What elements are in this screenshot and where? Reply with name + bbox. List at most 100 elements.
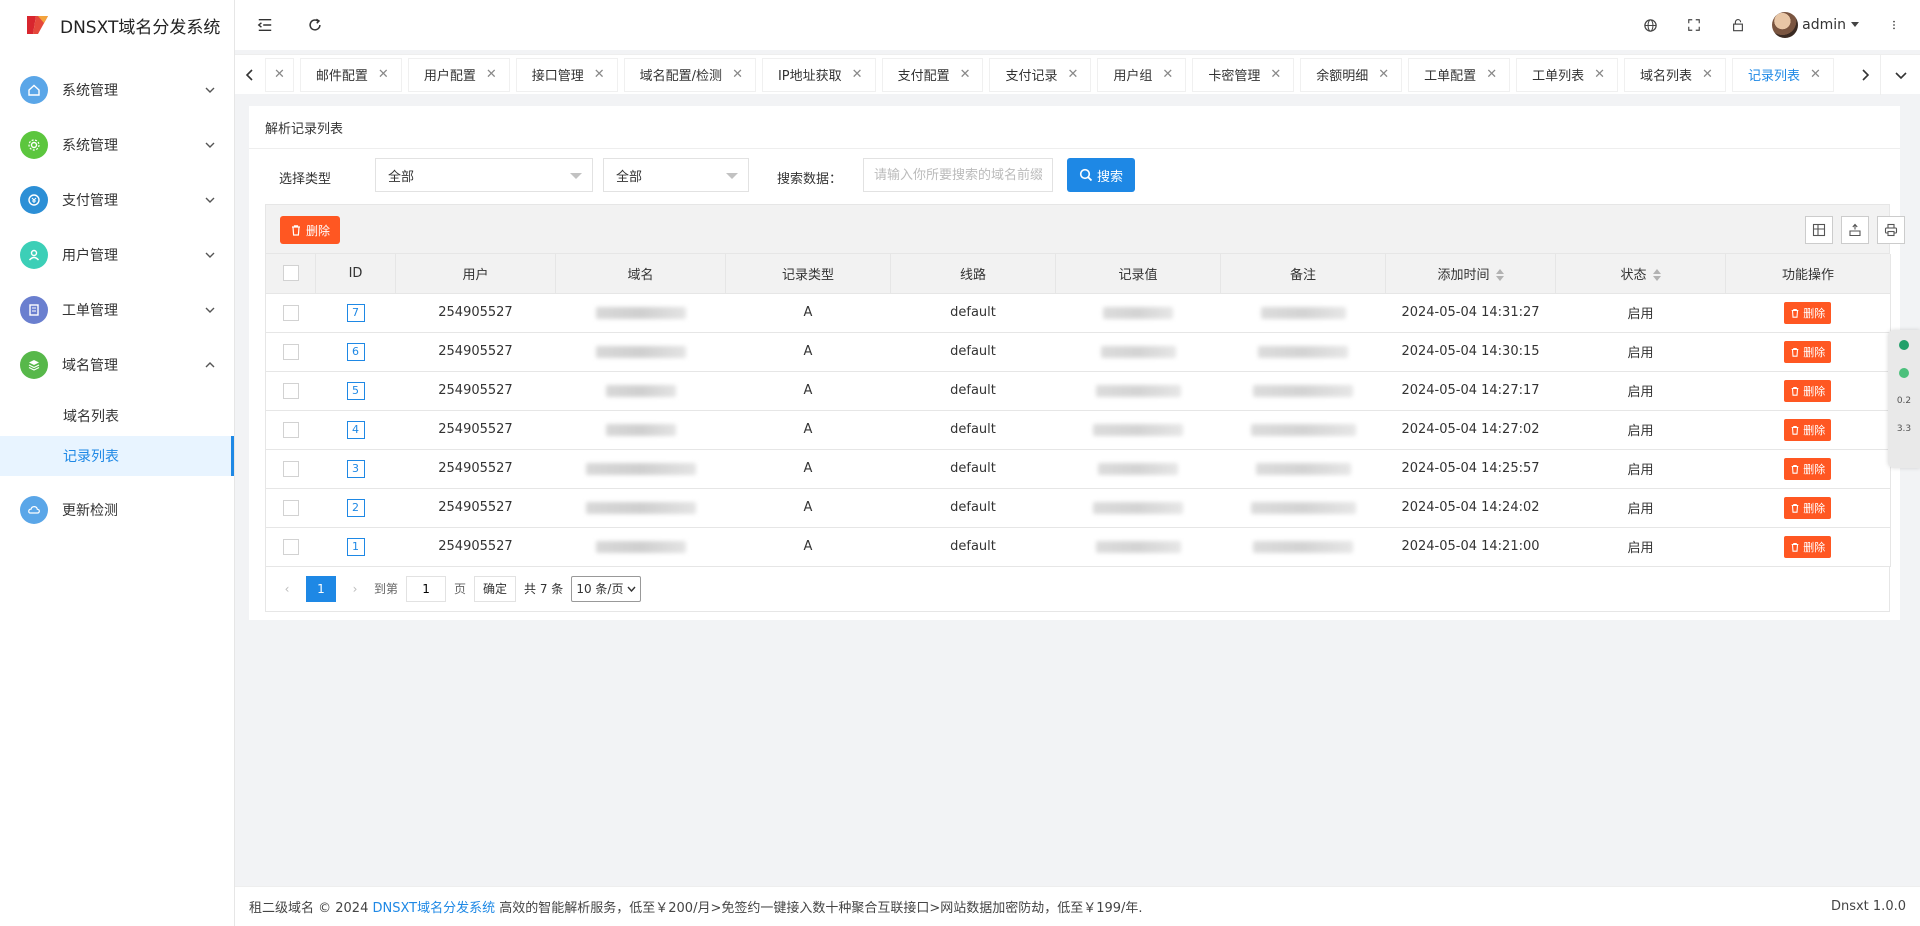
select-all-checkbox[interactable] bbox=[282, 265, 299, 282]
tabs-next-icon[interactable] bbox=[1850, 55, 1880, 95]
col-record-type[interactable]: 记录类型 bbox=[725, 254, 891, 294]
logo[interactable]: DNSXT域名分发系统 bbox=[0, 0, 234, 50]
tab-ticket-config[interactable]: 工单配置 ✕ bbox=[1408, 57, 1511, 92]
table-row[interactable]: 5 254905527 Adefault 2024-05-04 14:27:17 启用 删… bbox=[265, 371, 1891, 411]
submenu-domain-list[interactable]: 域名列表 bbox=[0, 396, 234, 436]
sort-icon[interactable] bbox=[1652, 269, 1661, 282]
tabs-prev-icon[interactable] bbox=[235, 55, 265, 95]
tab-domain-config[interactable]: 域名配置/检测 ✕ bbox=[623, 57, 756, 92]
columns-filter-button[interactable] bbox=[1805, 216, 1833, 244]
row-delete-button[interactable]: 删除 bbox=[1784, 340, 1832, 363]
menu-tickets[interactable]: 工单管理 bbox=[0, 282, 234, 337]
col-record-value[interactable]: 记录值 bbox=[1055, 254, 1221, 294]
row-delete-button[interactable]: 删除 bbox=[1784, 457, 1832, 480]
id-badge[interactable]: 3 bbox=[346, 459, 365, 478]
close-icon[interactable]: ✕ bbox=[378, 67, 389, 82]
page-size-select[interactable]: 10 条/页 bbox=[571, 575, 642, 602]
menu-toggle-icon[interactable] bbox=[255, 15, 275, 35]
tabs-dropdown-icon[interactable] bbox=[1880, 54, 1920, 95]
col-domain[interactable]: 域名 bbox=[555, 254, 726, 294]
col-line[interactable]: 线路 bbox=[890, 254, 1056, 294]
goto-confirm-button[interactable]: 确定 bbox=[474, 575, 517, 602]
table-row[interactable]: 7 254905527 Adefault 2024-05-04 14:31:27 启用 删… bbox=[265, 293, 1891, 333]
close-icon[interactable]: ✕ bbox=[960, 67, 971, 82]
tab-api-management[interactable]: 接口管理 ✕ bbox=[515, 57, 618, 92]
col-user[interactable]: 用户 bbox=[395, 254, 556, 294]
tab-ip-fetch[interactable]: IP地址获取 ✕ bbox=[761, 57, 876, 92]
table-row[interactable]: 6 254905527 Adefault 2024-05-04 14:30:15 启用 删… bbox=[265, 332, 1891, 372]
menu-payment[interactable]: 支付管理 bbox=[0, 172, 234, 227]
close-icon[interactable]: ✕ bbox=[594, 67, 605, 82]
row-delete-button[interactable]: 删除 bbox=[1784, 535, 1832, 558]
close-icon[interactable]: ✕ bbox=[852, 67, 863, 82]
col-id[interactable]: ID bbox=[315, 254, 396, 294]
id-badge[interactable]: 1 bbox=[346, 537, 365, 556]
export-button[interactable] bbox=[1841, 216, 1869, 244]
row-checkbox[interactable] bbox=[282, 538, 299, 555]
table-row[interactable]: 4 254905527 Adefault 2024-05-04 14:27:02 启用 删… bbox=[265, 410, 1891, 450]
id-badge[interactable]: 7 bbox=[346, 303, 365, 322]
submenu-record-list[interactable]: 记录列表 bbox=[0, 436, 234, 476]
row-checkbox[interactable] bbox=[282, 304, 299, 321]
tab-balance[interactable]: 余额明细 ✕ bbox=[1300, 57, 1403, 92]
table-row[interactable]: 2 254905527 Adefault 2024-05-04 14:24:02 启用 删… bbox=[265, 488, 1891, 528]
tab-ticket-list[interactable]: 工单列表 ✕ bbox=[1516, 57, 1619, 92]
sort-icon[interactable] bbox=[1495, 269, 1504, 282]
user-menu[interactable]: admin bbox=[1772, 12, 1860, 38]
tab-domain-list[interactable]: 域名列表 ✕ bbox=[1624, 57, 1726, 92]
tab-card-keys[interactable]: 卡密管理 ✕ bbox=[1192, 57, 1295, 92]
close-icon[interactable]: ✕ bbox=[1162, 67, 1173, 82]
goto-page-input[interactable] bbox=[406, 575, 447, 602]
row-checkbox[interactable] bbox=[282, 460, 299, 477]
close-icon[interactable]: ✕ bbox=[1378, 67, 1389, 82]
id-badge[interactable]: 2 bbox=[346, 498, 365, 517]
row-delete-button[interactable]: 删除 bbox=[1784, 301, 1832, 324]
tab-partial[interactable]: ✕ bbox=[265, 57, 294, 92]
refresh-icon[interactable] bbox=[305, 15, 325, 35]
print-button[interactable] bbox=[1877, 216, 1905, 244]
close-icon[interactable]: ✕ bbox=[732, 67, 743, 82]
col-status[interactable]: 状态 bbox=[1555, 254, 1726, 294]
type-select-1[interactable]: 全部 bbox=[375, 158, 593, 192]
batch-delete-button[interactable]: 删除 bbox=[280, 216, 341, 244]
page-number-current[interactable]: 1 bbox=[306, 575, 336, 602]
network-speed-widget[interactable]: 0.2 3.3 bbox=[1888, 330, 1920, 468]
next-page-icon[interactable]: › bbox=[344, 582, 366, 596]
close-icon[interactable]: ✕ bbox=[1810, 67, 1821, 82]
type-select-2[interactable]: 全部 bbox=[603, 158, 749, 192]
id-badge[interactable]: 5 bbox=[346, 381, 365, 400]
tab-user-group[interactable]: 用户组 ✕ bbox=[1097, 57, 1187, 92]
col-add-time[interactable]: 添加时间 bbox=[1385, 254, 1556, 294]
row-delete-button[interactable]: 删除 bbox=[1784, 496, 1832, 519]
close-icon[interactable]: ✕ bbox=[1068, 67, 1079, 82]
row-checkbox[interactable] bbox=[282, 343, 299, 360]
row-checkbox[interactable] bbox=[282, 421, 299, 438]
close-icon[interactable]: ✕ bbox=[274, 67, 285, 82]
id-badge[interactable]: 6 bbox=[346, 342, 365, 361]
prev-page-icon[interactable]: ‹ bbox=[276, 582, 298, 596]
close-icon[interactable]: ✕ bbox=[1270, 67, 1281, 82]
globe-icon[interactable] bbox=[1640, 15, 1660, 35]
footer-link[interactable]: DNSXT域名分发系统 bbox=[373, 897, 496, 916]
row-checkbox[interactable] bbox=[282, 382, 299, 399]
search-button[interactable]: 搜索 bbox=[1067, 158, 1135, 192]
tab-user-config[interactable]: 用户配置 ✕ bbox=[407, 57, 510, 92]
menu-update-check[interactable]: 更新检测 bbox=[0, 482, 234, 537]
close-icon[interactable]: ✕ bbox=[486, 67, 497, 82]
tab-mail-config[interactable]: 邮件配置 ✕ bbox=[299, 57, 402, 92]
more-vertical-icon[interactable] bbox=[1884, 15, 1904, 35]
close-icon[interactable]: ✕ bbox=[1702, 67, 1713, 82]
menu-system-1[interactable]: 系统管理 bbox=[0, 62, 234, 117]
tab-payment-records[interactable]: 支付记录 ✕ bbox=[989, 57, 1092, 92]
id-badge[interactable]: 4 bbox=[346, 420, 365, 439]
tab-record-list[interactable]: 记录列表 ✕ bbox=[1731, 57, 1834, 92]
lock-icon[interactable] bbox=[1728, 15, 1748, 35]
search-input[interactable] bbox=[863, 158, 1053, 192]
table-row[interactable]: 3 254905527 Adefault 2024-05-04 14:25:57 启用 删… bbox=[265, 449, 1891, 489]
fullscreen-icon[interactable] bbox=[1684, 15, 1704, 35]
row-checkbox[interactable] bbox=[282, 499, 299, 516]
table-row[interactable]: 1 254905527 Adefault 2024-05-04 14:21:00 启用 删… bbox=[265, 527, 1891, 567]
col-note[interactable]: 备注 bbox=[1220, 254, 1386, 294]
menu-system-2[interactable]: 系统管理 bbox=[0, 117, 234, 172]
tab-payment-config[interactable]: 支付配置 ✕ bbox=[881, 57, 984, 92]
